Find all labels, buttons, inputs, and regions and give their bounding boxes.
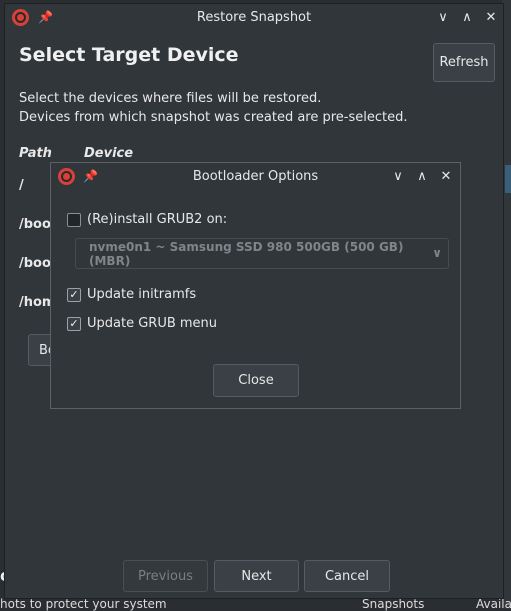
previous-button[interactable]: Previous bbox=[123, 560, 208, 592]
reinstall-grub-checkbox-row[interactable]: (Re)install GRUB2 on: bbox=[67, 212, 227, 227]
grub-device-value: nvme0n1 ~ Samsung SSD 980 500GB (500 GB)… bbox=[89, 239, 404, 268]
update-initramfs-checkbox[interactable]: ✓ bbox=[67, 287, 81, 302]
bootloader-options-dialog: 📌 Bootloader Options ∨ ∧ ✕ (Re)install G… bbox=[50, 162, 461, 409]
update-grub-checkbox-row[interactable]: ✓ Update GRUB menu bbox=[67, 316, 217, 331]
column-header-path[interactable]: Path bbox=[19, 146, 52, 161]
update-grub-checkbox[interactable]: ✓ bbox=[67, 316, 81, 331]
pin-icon[interactable]: 📌 bbox=[38, 10, 53, 24]
close-icon[interactable]: ✕ bbox=[482, 8, 500, 26]
chevron-down-icon: ∨ bbox=[432, 246, 442, 260]
grub-device-select[interactable]: nvme0n1 ~ Samsung SSD 980 500GB (500 GB)… bbox=[75, 238, 449, 269]
refresh-button[interactable]: Refresh bbox=[433, 43, 495, 82]
description-line-1: Select the devices where files will be r… bbox=[19, 91, 322, 106]
cancel-button[interactable]: Cancel bbox=[304, 560, 390, 592]
table-row-path[interactable]: / bbox=[19, 178, 24, 193]
dialog-title-bar: 📌 Bootloader Options ∨ ∧ ✕ bbox=[51, 163, 460, 190]
background-selected-row bbox=[505, 165, 511, 193]
app-icon bbox=[12, 9, 29, 26]
maximize-icon[interactable]: ∧ bbox=[413, 167, 431, 185]
app-icon bbox=[58, 168, 75, 185]
dialog-title: Bootloader Options bbox=[192, 169, 319, 184]
minimize-icon[interactable]: ∨ bbox=[434, 8, 452, 26]
update-grub-label: Update GRUB menu bbox=[87, 316, 218, 331]
minimize-icon[interactable]: ∨ bbox=[389, 167, 407, 185]
window-title: Restore Snapshot bbox=[196, 10, 312, 25]
reinstall-grub-checkbox[interactable] bbox=[67, 212, 81, 227]
page-title: Select Target Device bbox=[19, 44, 239, 66]
description-line-2: Devices from which snapshot was created … bbox=[19, 110, 408, 125]
update-initramfs-label: Update initramfs bbox=[87, 287, 197, 302]
next-button[interactable]: Next bbox=[214, 560, 299, 592]
pin-icon[interactable]: 📌 bbox=[83, 169, 98, 183]
close-icon[interactable]: ✕ bbox=[437, 167, 455, 185]
close-button[interactable]: Close bbox=[213, 364, 299, 397]
maximize-icon[interactable]: ∧ bbox=[458, 8, 476, 26]
title-bar: 📌 Restore Snapshot ∨ ∧ ✕ bbox=[5, 4, 503, 31]
column-header-device[interactable]: Device bbox=[84, 146, 133, 161]
reinstall-grub-label: (Re)install GRUB2 on: bbox=[87, 212, 228, 227]
update-initramfs-checkbox-row[interactable]: ✓ Update initramfs bbox=[67, 287, 196, 302]
